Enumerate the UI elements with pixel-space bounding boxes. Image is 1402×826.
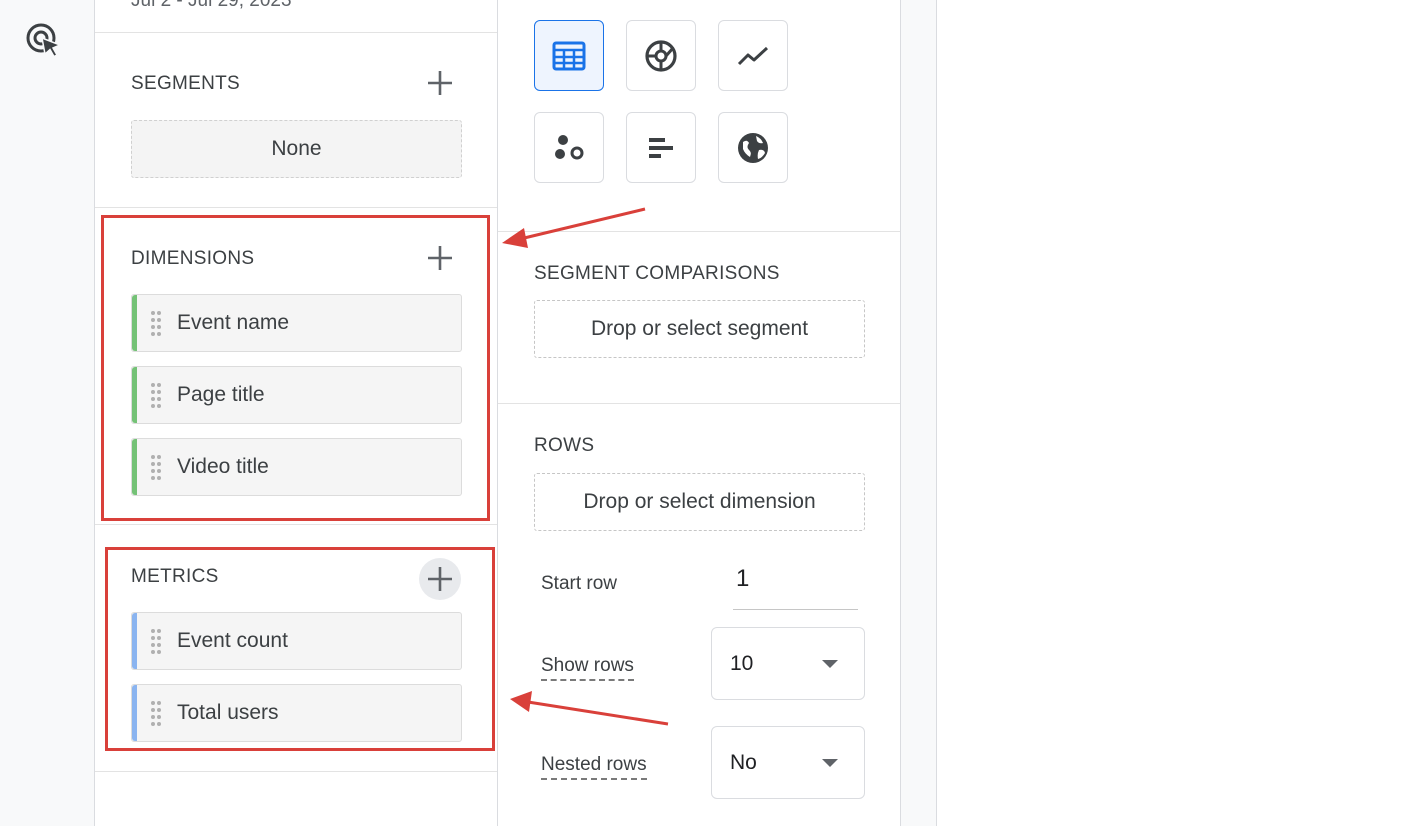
plus-icon	[428, 71, 452, 95]
viz-scatter-button[interactable]	[534, 112, 604, 183]
variables-panel: Jul 2 - Jul 29, 2023 SEGMENTS None DIMEN…	[95, 0, 498, 826]
viz-bar-button[interactable]	[626, 112, 696, 183]
dimensions-highlight-box	[101, 215, 490, 521]
dropdown-caret-icon	[822, 659, 838, 668]
segments-none-box[interactable]: None	[131, 120, 462, 178]
nested-rows-value: No	[730, 750, 757, 774]
globe-icon	[738, 132, 768, 163]
divider	[95, 524, 497, 525]
bar-chart-icon	[649, 137, 673, 158]
divider	[498, 231, 900, 232]
explore-editor: Jul 2 - Jul 29, 2023 SEGMENTS None DIMEN…	[0, 0, 1402, 826]
rows-drop-zone[interactable]: Drop or select dimension	[534, 473, 865, 531]
add-segment-button[interactable]	[422, 65, 458, 101]
viz-donut-button[interactable]	[626, 20, 696, 91]
start-row-input[interactable]: 1	[733, 565, 858, 610]
segment-drop-zone[interactable]: Drop or select segment	[534, 300, 865, 358]
donut-chart-icon	[645, 39, 677, 72]
nested-rows-select[interactable]: No	[711, 726, 865, 799]
divider	[498, 403, 900, 404]
left-rail	[0, 0, 95, 826]
dropdown-caret-icon	[822, 758, 838, 767]
show-rows-label: Show rows	[541, 655, 634, 681]
rows-title: ROWS	[534, 435, 595, 456]
divider	[95, 771, 497, 772]
canvas-edge	[901, 0, 937, 826]
divider	[95, 207, 497, 208]
start-row-label: Start row	[541, 573, 618, 594]
date-range[interactable]: Jul 2 - Jul 29, 2023	[131, 0, 292, 12]
segments-title: SEGMENTS	[131, 73, 241, 94]
table-icon	[552, 41, 586, 70]
viz-table-button[interactable]	[534, 20, 604, 91]
viz-geo-button[interactable]	[718, 112, 788, 183]
divider	[95, 32, 497, 33]
nested-rows-label: Nested rows	[541, 754, 647, 780]
metrics-highlight-box	[105, 547, 495, 751]
segment-comparisons-title: SEGMENT COMPARISONS	[534, 263, 780, 284]
show-rows-select[interactable]: 10	[711, 627, 865, 700]
show-rows-value: 10	[730, 651, 754, 675]
viz-line-button[interactable]	[718, 20, 788, 91]
tab-settings-panel: SEGMENT COMPARISONS Drop or select segme…	[498, 0, 901, 826]
line-chart-icon	[737, 46, 769, 65]
explore-cursor-icon[interactable]	[24, 21, 66, 58]
scatter-plot-icon	[555, 134, 584, 159]
